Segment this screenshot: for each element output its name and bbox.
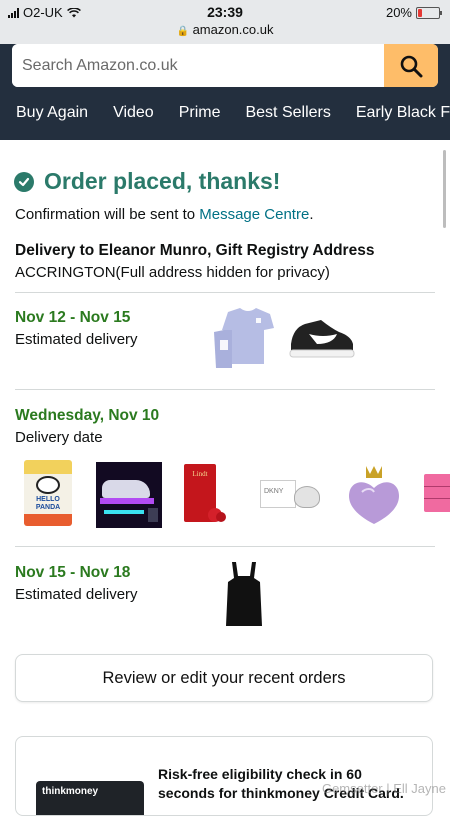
nav-bar: Buy Again Video Prime Best Sellers Early… — [0, 100, 450, 128]
url-text: amazon.co.uk — [192, 22, 274, 37]
watermark: Gemsetter | Ell Jayne — [321, 781, 446, 796]
lindor-box-thumbnail[interactable]: Lindt — [180, 460, 226, 526]
confirmation-title: Order placed, thanks! — [44, 168, 281, 194]
dkny-label: DKNY — [264, 488, 284, 495]
check-circle-icon — [14, 171, 34, 192]
confirmation-message: Confirmation will be sent to Message Cen… — [15, 206, 313, 223]
princess-perfume-thumbnail[interactable] — [344, 462, 404, 533]
lock-icon: 🔒 — [176, 26, 189, 37]
dkny-perfume-thumbnail[interactable]: DKNY — [258, 476, 324, 514]
hello-panda-thumbnail[interactable]: HELLO PANDA — [24, 460, 72, 526]
apron-thumbnail[interactable] — [224, 560, 264, 633]
shipment-date: Nov 12 - Nov 15 — [15, 309, 131, 326]
shipment-label: Estimated delivery — [15, 586, 138, 603]
battery-info: 20% — [385, 5, 442, 20]
t-shirt-thumbnail[interactable] — [212, 306, 276, 375]
shipment-label: Delivery date — [15, 429, 103, 446]
confirmation-heading: Order placed, thanks! — [14, 168, 280, 195]
battery-percent: 20% — [385, 5, 412, 20]
nav-item-early-black-friday[interactable]: Early Black Frid — [340, 100, 450, 128]
confirmation-prefix: Confirmation will be sent to — [15, 206, 200, 223]
delivery-heading: Delivery to Eleanor Munro, Gift Registry… — [15, 242, 375, 259]
delivery-address: ACCRINGTON(Full address hidden for priva… — [15, 264, 330, 281]
search-input[interactable] — [12, 44, 382, 87]
sneaker-thumbnail[interactable] — [287, 314, 355, 367]
message-centre-link[interactable]: Message Centre — [199, 206, 309, 223]
status-bar: O2-UK 23:39 🔒 amazon.co.uk 20% — [0, 0, 450, 44]
nav-item-prime[interactable]: Prime — [163, 100, 230, 128]
battery-level — [418, 8, 422, 17]
clock: 23:39 — [207, 4, 243, 20]
shipment-date: Wednesday, Nov 10 — [15, 407, 160, 424]
hello-panda-label: HELLO PANDA — [35, 496, 61, 511]
divider — [15, 292, 435, 293]
search-icon — [400, 55, 423, 77]
confirmation-suffix: . — [309, 206, 314, 223]
shipment-date: Nov 15 - Nov 18 — [15, 564, 131, 581]
divider — [15, 389, 435, 390]
review-orders-button[interactable]: Review or edit your recent orders — [15, 654, 433, 702]
url-bar[interactable]: 🔒 amazon.co.uk — [0, 22, 450, 37]
divider — [15, 546, 435, 547]
scrollbar[interactable] — [443, 150, 446, 228]
lindt-label: Lindt — [192, 470, 208, 478]
search-bar — [12, 44, 438, 87]
shipment-label: Estimated delivery — [15, 331, 138, 348]
card-brand: thinkmoney — [42, 786, 99, 797]
nav-item-best-sellers[interactable]: Best Sellers — [229, 100, 339, 128]
credit-card-image: thinkmoney — [36, 781, 144, 815]
nav-item-video[interactable]: Video — [97, 100, 163, 128]
battery-icon — [416, 6, 442, 19]
nav-item-buy-again[interactable]: Buy Again — [0, 100, 97, 128]
credit-card-promo[interactable]: thinkmoney Risk-free eligibility check i… — [15, 736, 433, 816]
search-button[interactable] — [384, 44, 438, 87]
pink-toolbox-thumbnail[interactable] — [420, 470, 450, 514]
amazon-header: Buy Again Video Prime Best Sellers Early… — [0, 44, 450, 140]
car-led-kit-thumbnail[interactable] — [96, 462, 162, 528]
